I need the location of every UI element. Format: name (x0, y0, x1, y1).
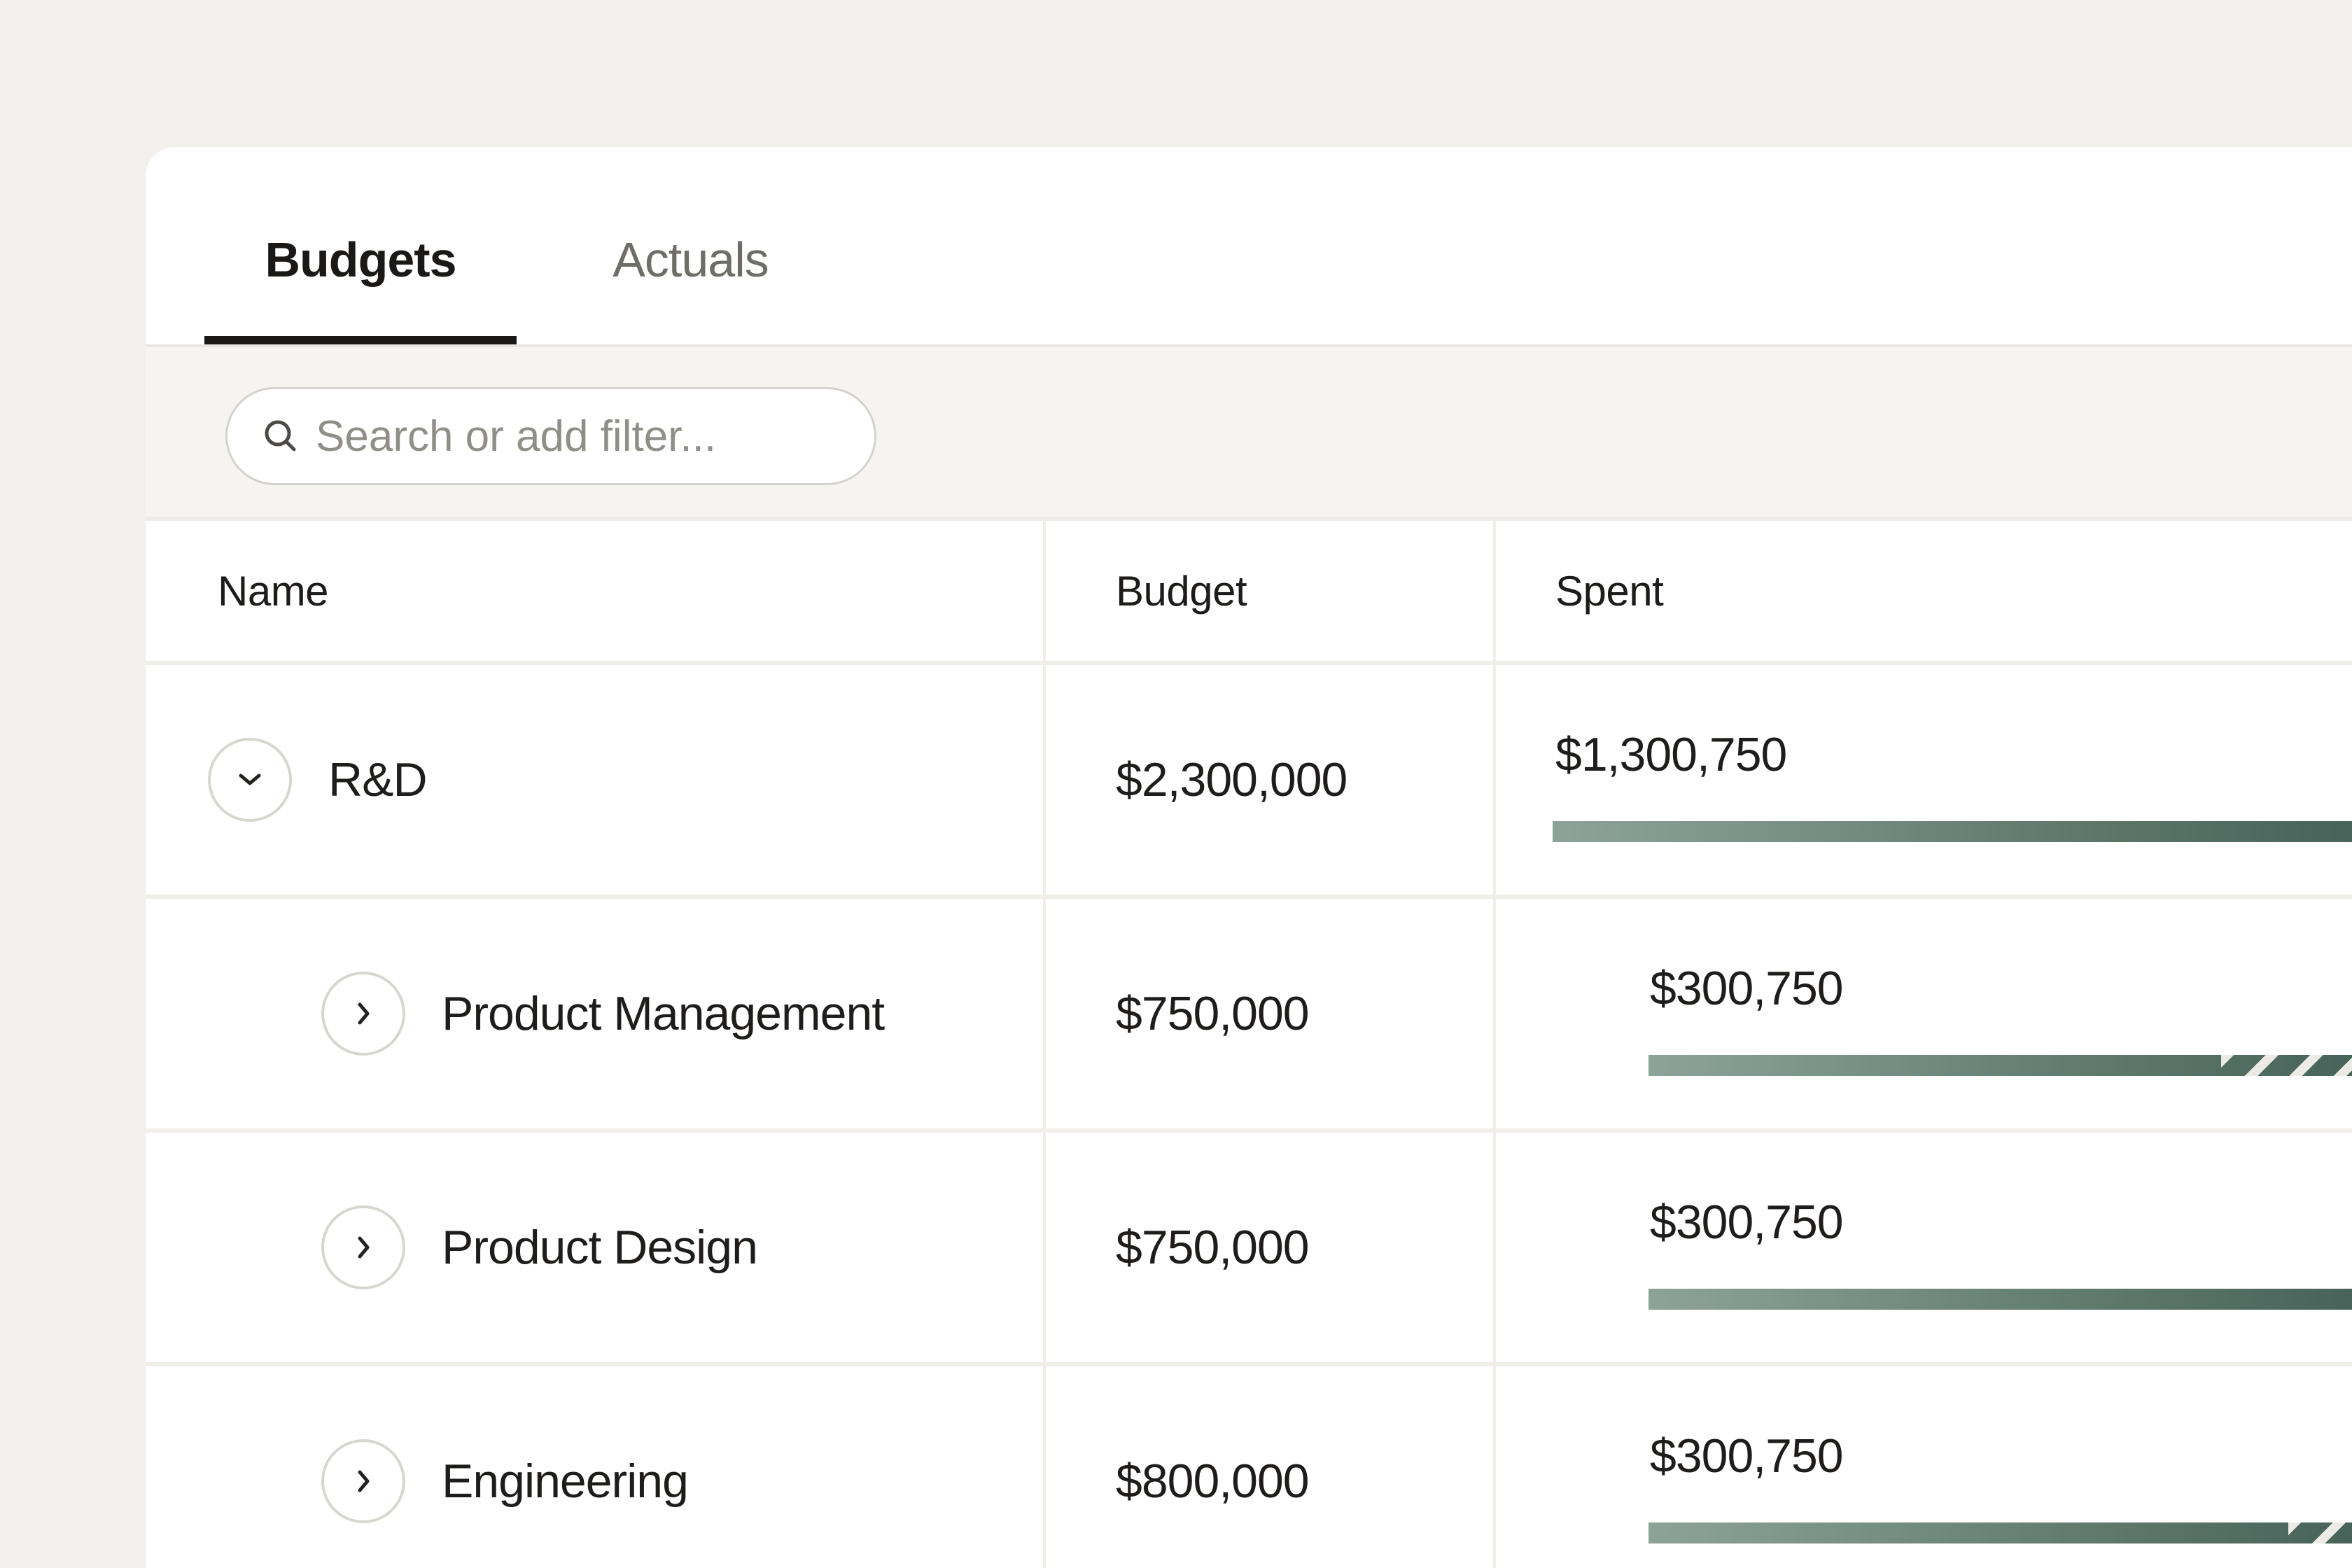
budget-cell: $2,300,000 (1043, 665, 1493, 895)
budget-value: $2,300,000 (1116, 756, 1347, 804)
column-header-budget[interactable]: Budget (1043, 521, 1493, 661)
name-cell: Product Design (146, 1133, 1043, 1362)
budget-cell: $800,000 (1043, 1366, 1493, 1568)
spent-progress-bar (1648, 1289, 2352, 1310)
budget-value: $750,000 (1116, 990, 1309, 1037)
row-name: Product Management (442, 990, 884, 1037)
name-cell: Engineering (146, 1366, 1043, 1568)
spent-progress-bar (1648, 1055, 2352, 1076)
chevron-down-icon (238, 773, 262, 787)
search-field[interactable] (225, 387, 876, 485)
collapse-row-button[interactable] (208, 738, 292, 822)
tab-actuals-label: Actuals (612, 235, 769, 284)
budget-cell: $750,000 (1043, 1133, 1493, 1362)
chevron-right-icon (356, 1002, 370, 1026)
spent-cell: $300,750 (1493, 1133, 2352, 1362)
chevron-right-icon (356, 1469, 370, 1493)
tab-budgets-label: Budgets (265, 235, 456, 284)
spent-cell: $300,750 (1493, 1366, 2352, 1568)
projected-overage-hatch (2288, 1522, 2352, 1544)
tab-actuals[interactable]: Actuals (544, 147, 837, 344)
table-row[interactable]: Engineering $800,000 $300,750 (146, 1362, 2352, 1568)
row-name: Engineering (442, 1457, 688, 1505)
table-header: Name Budget Spent (146, 521, 2352, 661)
tab-budgets[interactable]: Budgets (204, 147, 517, 344)
spent-cell: $300,750 (1493, 899, 2352, 1128)
tab-bar: Budgets Actuals (146, 147, 2352, 344)
spent-progress-bar (1648, 1522, 2352, 1544)
table-row[interactable]: Product Management $750,000 $300,750 (146, 895, 2352, 1128)
budget-value: $750,000 (1116, 1224, 1309, 1271)
name-cell: Product Management (146, 899, 1043, 1128)
row-name: R&D (328, 756, 427, 804)
spent-value: $300,750 (1650, 1432, 1843, 1480)
budget-value: $800,000 (1116, 1457, 1309, 1505)
search-icon (262, 418, 299, 454)
row-name: Product Design (442, 1224, 757, 1271)
chevron-right-icon (356, 1236, 370, 1259)
table-row[interactable]: Product Design $750,000 $300,750 (146, 1128, 2352, 1362)
name-cell: R&D (146, 665, 1043, 895)
spent-value: $1,300,750 (1555, 731, 1786, 778)
projected-overage-hatch (2221, 1055, 2352, 1076)
spent-value: $300,750 (1650, 1198, 1843, 1246)
expand-row-button[interactable] (321, 972, 405, 1056)
expand-row-button[interactable] (321, 1205, 405, 1289)
search-input[interactable] (299, 412, 817, 461)
spent-progress-bar (1553, 821, 2352, 842)
filter-bar (146, 344, 2352, 521)
spent-cell: $1,300,750 (1493, 665, 2352, 895)
table-row[interactable]: R&D $2,300,000 $1,300,750 (146, 661, 2352, 895)
budgets-card: Budgets Actuals Name Budget Spent (146, 147, 2352, 1568)
budget-cell: $750,000 (1043, 899, 1493, 1128)
spent-value: $300,750 (1650, 965, 1843, 1012)
expand-row-button[interactable] (321, 1439, 405, 1523)
column-header-spent[interactable]: Spent (1493, 521, 2352, 661)
column-header-name[interactable]: Name (146, 521, 1043, 661)
